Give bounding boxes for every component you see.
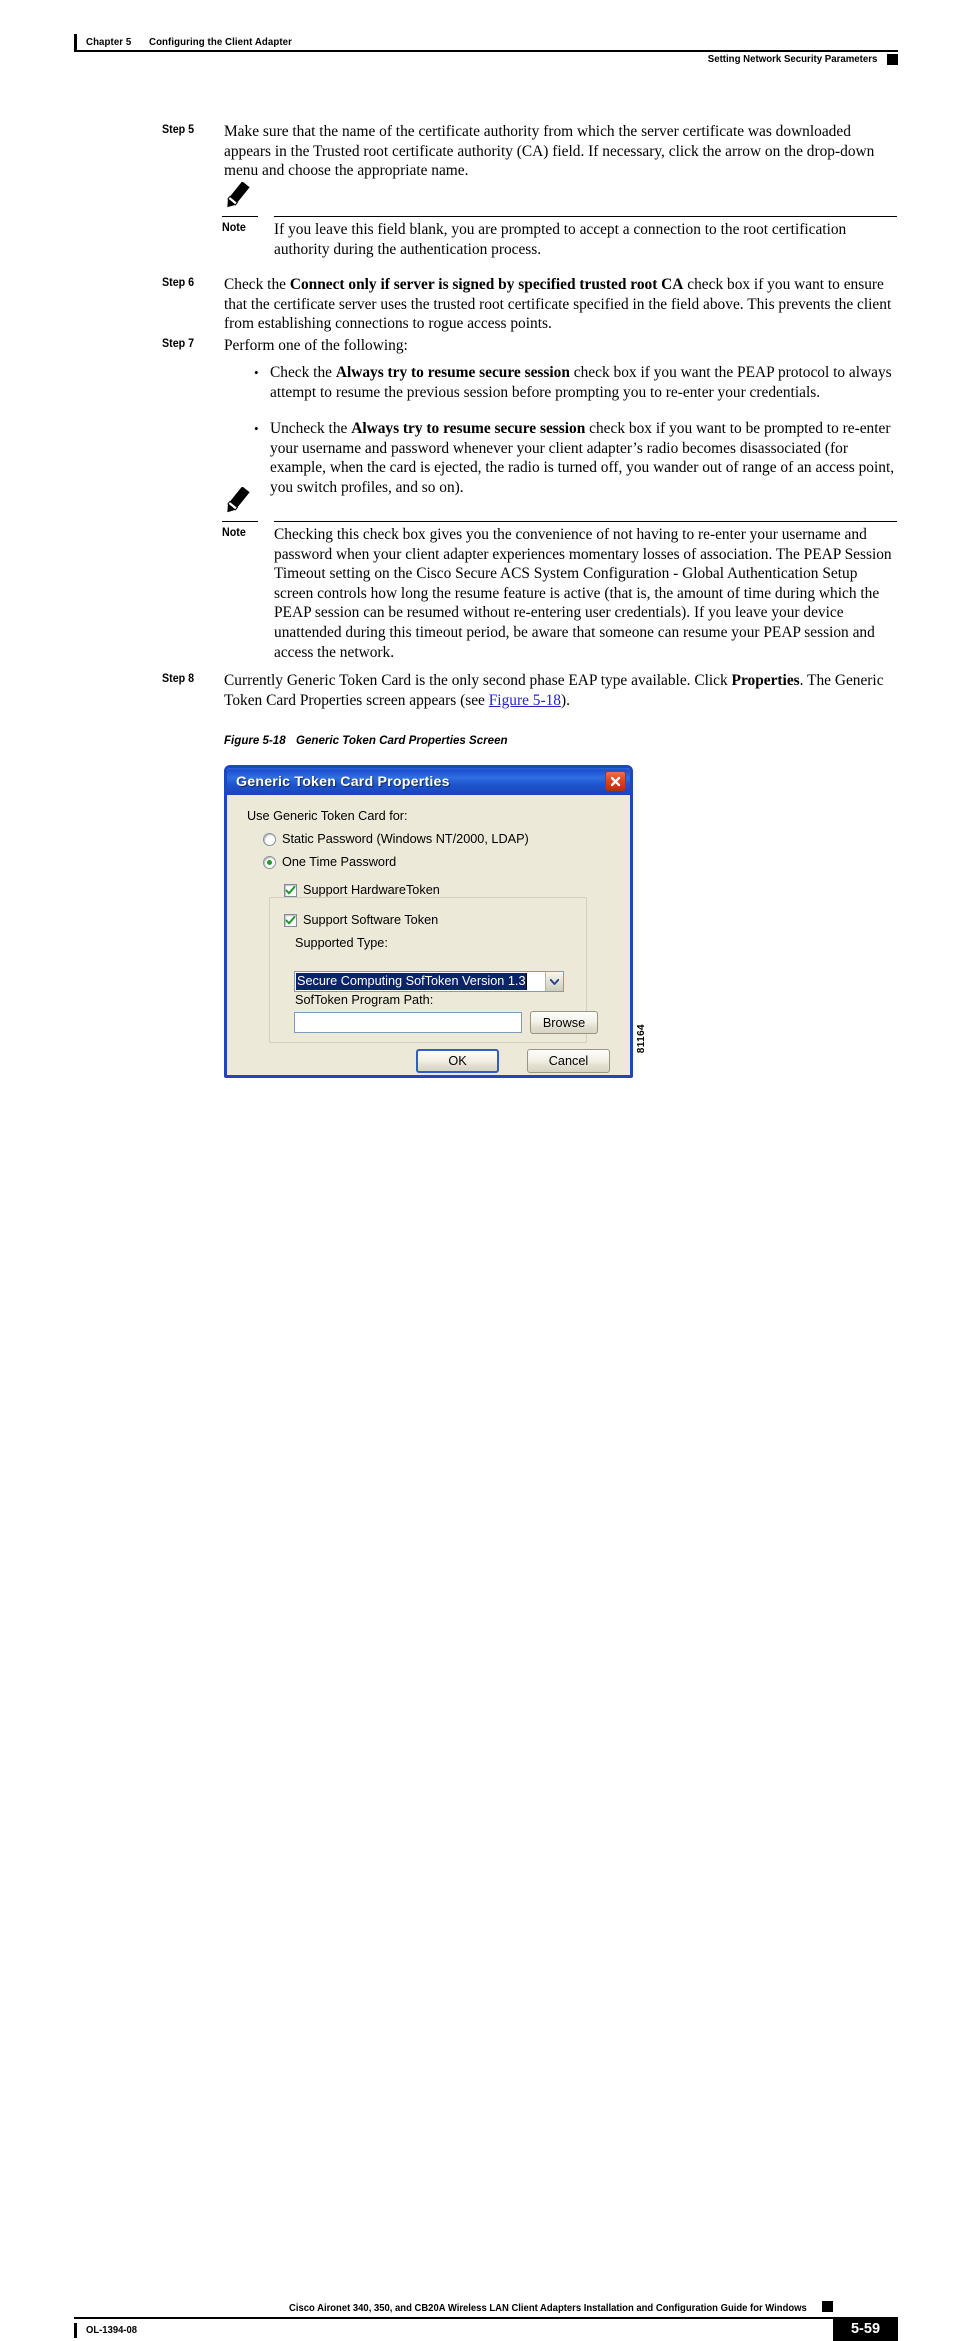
footer-marker-square [822, 2301, 833, 2312]
step-8-text: Currently Generic Token Card is the only… [224, 671, 899, 710]
note-1-rule-left [222, 216, 258, 218]
checkbox-support-software-token[interactable]: Support Software Token [284, 913, 438, 927]
step-8-bold: Properties [731, 672, 800, 689]
softoken-program-path-label: SofToken Program Path: [295, 993, 434, 1007]
checkbox-support-hardware-token[interactable]: Support HardwareToken [284, 883, 440, 897]
list-item: • Uncheck the Always try to resume secur… [248, 419, 898, 497]
pencil-icon [222, 181, 256, 214]
footer-docid-row: OL-1394-08 [74, 2319, 142, 2341]
checkbox-support-software-token-indicator[interactable] [284, 913, 297, 927]
header-section-title: Setting Network Security Parameters [707, 53, 877, 65]
figure-caption-number: Figure 5-18 [224, 733, 286, 747]
step-5-text: Make sure that the name of the certifica… [224, 123, 875, 180]
step-8-text-before: Currently Generic Token Card is the only… [224, 672, 732, 689]
step-7-bullet-list: • Check the Always try to resume secure … [248, 363, 898, 498]
step-5-label: Step 5 [162, 124, 195, 136]
step-8-text-after: ). [560, 691, 570, 709]
bullet-2-bold: Always try to resume secure session [351, 420, 586, 438]
step-7-text: Perform one of the following: [224, 337, 408, 354]
pencil-icon [222, 486, 256, 519]
footer-guide-title: Cisco Aironet 340, 350, and CB20A Wirele… [289, 2303, 807, 2314]
chevron-down-icon[interactable] [545, 972, 563, 991]
close-icon[interactable] [605, 771, 626, 791]
footer-doc-id: OL-1394-08 [86, 2324, 138, 2336]
dialog-title: Generic Token Card Properties [236, 773, 450, 790]
note-2-row: Note Checking this check box gives you t… [222, 525, 897, 662]
supported-type-value: Secure Computing SofToken Version 1.3 [296, 973, 527, 990]
note-2-text: Checking this check box gives you the co… [274, 526, 892, 661]
header-section: Setting Network Security Parameters [693, 49, 898, 69]
figure-caption: Figure 5-18 Generic Token Card Properties… [224, 733, 508, 747]
header-chapter-number: Chapter 5 [86, 36, 132, 48]
use-generic-token-card-label: Use Generic Token Card for: [247, 809, 408, 823]
supported-type-label: Supported Type: [295, 936, 388, 950]
figure-5-18-xref-link[interactable]: Figure 5-18 [489, 692, 561, 709]
checkbox-support-hardware-token-indicator[interactable] [284, 883, 297, 897]
bullet-text: Uncheck the Always try to resume secure … [270, 419, 898, 497]
supported-type-value-wrap: Secure Computing SofToken Version 1.3 [295, 972, 545, 991]
dialog-client-area: Use Generic Token Card for: Static Passw… [227, 795, 630, 1075]
figure-image-dialog: Generic Token Card Properties Use Generi… [224, 765, 633, 1078]
bullet-1-bold: Always try to resume secure session [335, 364, 570, 381]
step-7-label: Step 7 [162, 338, 195, 350]
note-1-row: Note If you leave this field blank, you … [222, 220, 897, 259]
figure-id: 81164 [636, 1024, 647, 1054]
cancel-button[interactable]: Cancel [527, 1049, 610, 1073]
bullet-marker: • [254, 421, 259, 437]
header-chapter-title: Configuring the Client Adapter [149, 36, 293, 48]
step-8-label: Step 8 [162, 673, 195, 685]
figure-caption-title: Generic Token Card Properties Screen [296, 733, 508, 747]
checkbox-support-hardware-token-label: Support HardwareToken [303, 883, 440, 897]
footer-divider [74, 2317, 833, 2319]
browse-button[interactable]: Browse [530, 1011, 598, 1034]
bullet-2-text-before: Uncheck the [270, 420, 352, 438]
radio-static-password[interactable]: Static Password (Windows NT/2000, LDAP) [263, 832, 529, 846]
bullet-text: Check the Always try to resume secure se… [270, 363, 898, 402]
dialog-titlebar[interactable]: Generic Token Card Properties [227, 768, 630, 795]
bullet-marker: • [254, 365, 259, 380]
radio-one-time-password[interactable]: One Time Password [263, 855, 405, 869]
radio-one-time-password-label: One Time Password [282, 855, 397, 869]
note-1-rule [274, 216, 897, 218]
step-8: Step 8 Currently Generic Token Card is t… [162, 671, 899, 710]
radio-static-password-label: Static Password (Windows NT/2000, LDAP) [282, 832, 529, 846]
step-7: Step 7 Perform one of the following: [162, 336, 899, 356]
footer-left-rule [74, 2322, 77, 2338]
generic-token-card-properties-dialog: Generic Token Card Properties Use Generi… [224, 765, 633, 1078]
step-6-text-before: Check the [224, 276, 290, 293]
note-1-text: If you leave this field blank, you are p… [274, 221, 847, 258]
header-marker-square [887, 53, 898, 65]
step-6: Step 6 Check the Connect only if server … [162, 275, 899, 334]
step-6-label: Step 6 [162, 277, 195, 289]
note-1-label: Note [222, 222, 246, 234]
note-2-rule [274, 521, 897, 523]
bullet-1-text-before: Check the [270, 364, 336, 381]
radio-static-password-indicator[interactable] [263, 832, 276, 846]
page-header: Chapter 5 Configuring the Client Adapter… [0, 0, 954, 80]
page-footer: Cisco Aironet 340, 350, and CB20A Wirele… [0, 1145, 954, 2341]
note-2-label: Note [222, 527, 246, 539]
checkbox-support-software-token-label: Support Software Token [303, 913, 439, 927]
step-6-bold: Connect only if server is signed by spec… [289, 276, 684, 293]
step-5: Step 5 Make sure that the name of the ce… [162, 122, 899, 181]
footer-page-number: 5-59 [833, 2317, 898, 2341]
supported-type-dropdown[interactable]: Secure Computing SofToken Version 1.3 [294, 971, 564, 992]
radio-one-time-password-indicator[interactable] [263, 855, 276, 869]
list-item: • Check the Always try to resume secure … [248, 363, 898, 402]
softoken-program-path-input[interactable] [294, 1012, 522, 1033]
ok-button[interactable]: OK [416, 1049, 499, 1073]
header-left-rule [74, 33, 77, 51]
step-6-text: Check the Connect only if server is sign… [224, 275, 899, 334]
note-2-rule-left [222, 521, 258, 523]
